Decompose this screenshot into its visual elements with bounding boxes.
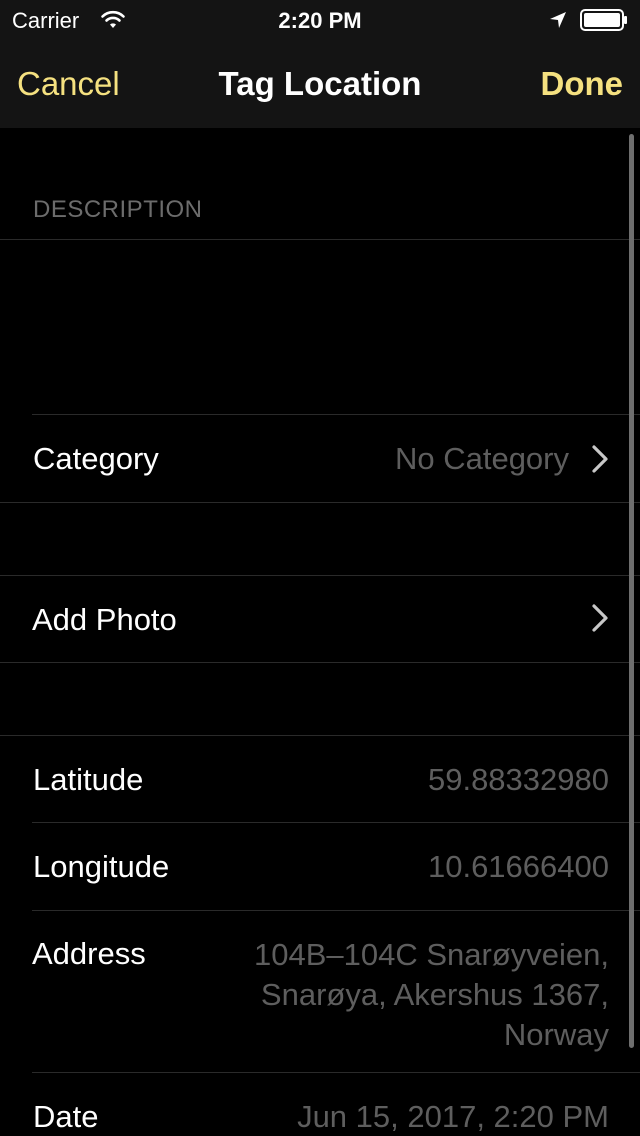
- status-time: 2:20 PM: [278, 8, 362, 33]
- chevron-right-icon: [592, 445, 608, 473]
- address-line: Norway: [503, 1017, 609, 1052]
- category-value: No Category: [394, 441, 569, 476]
- latitude-value: 59.88332980: [427, 762, 609, 797]
- date-row: Date Jun 15, 2017, 2:20 PM: [0, 1073, 640, 1136]
- description-section-header: DESCRIPTION: [33, 196, 203, 223]
- longitude-row: Longitude 10.61666400: [0, 823, 640, 910]
- location-arrow-icon: [550, 12, 566, 28]
- category-label: Category: [33, 441, 159, 476]
- latitude-label: Latitude: [33, 762, 144, 797]
- date-label: Date: [33, 1099, 99, 1134]
- divider: [0, 662, 640, 663]
- navigation-bar: Cancel Tag Location Done: [0, 40, 640, 128]
- category-row[interactable]: Category No Category: [0, 415, 640, 502]
- address-line: Snarøya, Akershus 1367,: [260, 977, 609, 1012]
- address-line: 104B–104C Snarøyveien,: [253, 937, 609, 972]
- scrollbar[interactable]: [629, 134, 634, 1048]
- longitude-value: 10.61666400: [427, 849, 609, 884]
- form-table: DESCRIPTION Category No Category Add Pho…: [0, 128, 640, 1136]
- status-bar: Carrier 2:20 PM: [0, 0, 640, 40]
- divider: [0, 502, 640, 503]
- address-label: Address: [32, 936, 146, 971]
- date-value: Jun 15, 2017, 2:20 PM: [297, 1099, 609, 1134]
- latitude-row: Latitude 59.88332980: [0, 736, 640, 823]
- chevron-right-icon: [592, 604, 608, 632]
- description-text-area[interactable]: [0, 240, 640, 413]
- add-photo-row[interactable]: Add Photo: [0, 576, 640, 663]
- address-row: Address 104B–104C Snarøyveien, Snarøya, …: [0, 911, 640, 1072]
- top-bar: Carrier 2:20 PM Cancel Tag Location Done: [0, 0, 640, 128]
- done-button[interactable]: Done: [541, 65, 624, 103]
- add-photo-label: Add Photo: [32, 602, 177, 637]
- battery-icon: [580, 9, 627, 31]
- longitude-label: Longitude: [33, 849, 170, 884]
- address-value: 104B–104C Snarøyveien, Snarøya, Akershus…: [209, 935, 609, 1055]
